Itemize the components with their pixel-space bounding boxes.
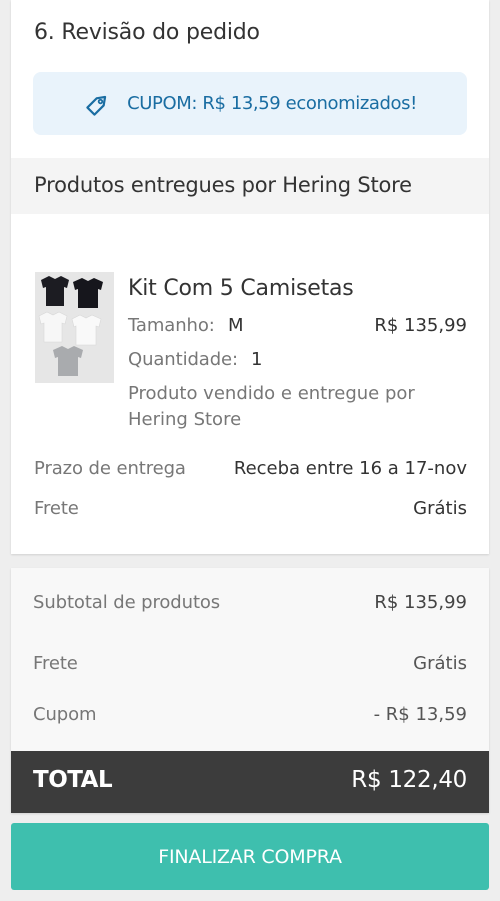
sold-by-text: Produto vendido e entregue por Hering St… bbox=[128, 383, 415, 430]
quantity-label: Quantidade: bbox=[128, 349, 238, 370]
product-image[interactable] bbox=[35, 272, 114, 383]
coupon-discount-value: - R$ 13,59 bbox=[373, 704, 467, 725]
shipping-label: Frete bbox=[34, 498, 79, 519]
coupon-label: Cupom bbox=[33, 704, 97, 725]
finalize-purchase-button[interactable]: FINALIZAR COMPRA bbox=[11, 823, 489, 890]
summary-section: Subtotal de produtos R$ 135,99 Frete Grá… bbox=[11, 568, 489, 751]
product-name[interactable]: Kit Com 5 Camisetas bbox=[128, 276, 354, 301]
subtotal-label: Subtotal de produtos bbox=[33, 592, 221, 613]
delivery-label: Prazo de entrega bbox=[34, 458, 186, 479]
quantity-value: 1 bbox=[251, 349, 263, 370]
shipping-value: Grátis bbox=[413, 498, 467, 519]
coupon-banner: CUPOM: R$ 13,59 economizados! bbox=[33, 72, 467, 135]
delivery-value: Receba entre 16 a 17-nov bbox=[233, 458, 467, 479]
subtotal-value: R$ 135,99 bbox=[374, 592, 467, 613]
tag-icon bbox=[83, 89, 113, 119]
coupon-text: CUPOM: R$ 13,59 economizados! bbox=[127, 93, 417, 114]
size-value: M bbox=[228, 315, 244, 336]
total-bar: TOTAL R$ 122,40 bbox=[11, 751, 489, 813]
order-review-card: 6. Revisão do pedido CUPOM: R$ 13,59 eco… bbox=[11, 0, 489, 554]
store-heading-band: Produtos entregues por Hering Store bbox=[11, 158, 489, 214]
summary-shipping-value: Grátis bbox=[413, 653, 467, 674]
section-title: 6. Revisão do pedido bbox=[34, 20, 260, 45]
summary-shipping-label: Frete bbox=[33, 653, 78, 674]
total-value: R$ 122,40 bbox=[351, 767, 467, 793]
size-label: Tamanho: bbox=[128, 315, 215, 336]
total-label: TOTAL bbox=[33, 767, 113, 793]
order-summary-card: Subtotal de produtos R$ 135,99 Frete Grá… bbox=[11, 568, 489, 813]
product-price: R$ 135,99 bbox=[374, 315, 467, 336]
store-heading: Produtos entregues por Hering Store bbox=[34, 173, 412, 197]
